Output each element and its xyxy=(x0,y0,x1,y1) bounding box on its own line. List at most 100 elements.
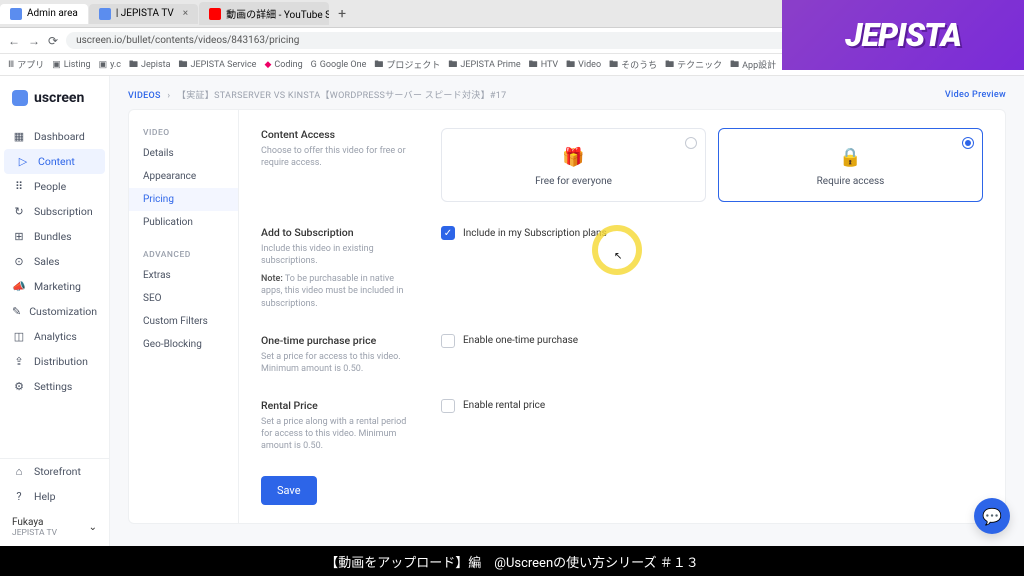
bookmark-item[interactable]: Ⅲアプリ xyxy=(8,58,44,71)
content-access-desc: Choose to offer this video for free or r… xyxy=(261,145,411,169)
user-menu[interactable]: Fukaya JEPISTA TV ⌄ xyxy=(0,509,109,546)
close-icon[interactable]: × xyxy=(183,8,188,19)
sidebar-item-people[interactable]: ⠿People xyxy=(0,174,109,199)
browser-tab[interactable]: 動画の詳細 - YouTube Studio× xyxy=(199,2,329,25)
user-org: JEPISTA TV xyxy=(12,528,57,538)
lock-icon: 🔒 xyxy=(729,147,972,168)
breadcrumb-title: 【実証】STARSERVER VS KINSTA【WORDPRESSサーバー ス… xyxy=(177,91,507,101)
sidebar-item-dashboard[interactable]: ▦Dashboard xyxy=(0,124,109,149)
bookmark-item[interactable]: ▣Listing xyxy=(52,60,90,70)
panel-nav-seo[interactable]: SEO xyxy=(129,287,238,310)
rental-title: Rental Price xyxy=(261,399,411,412)
app-logo[interactable]: uscreen xyxy=(0,76,109,120)
favicon-icon xyxy=(99,8,111,20)
edit-icon: ✎ xyxy=(12,305,21,318)
content-access-title: Content Access xyxy=(261,128,411,141)
panel-nav-custom-filters[interactable]: Custom Filters xyxy=(129,310,238,333)
back-icon[interactable]: ← xyxy=(8,34,20,48)
sidebar-item-marketing[interactable]: 📣Marketing xyxy=(0,274,109,299)
panel-nav-group-label: ADVANCED xyxy=(129,246,238,264)
sidebar-item-analytics[interactable]: ◫Analytics xyxy=(0,324,109,349)
megaphone-icon: 📣 xyxy=(12,280,26,293)
grid-icon: ▦ xyxy=(12,130,26,143)
new-tab-button[interactable]: + xyxy=(330,6,354,22)
sidebar-item-storefront[interactable]: ⌂Storefront xyxy=(0,459,109,484)
bundles-icon: ⊞ xyxy=(12,230,26,243)
sidebar-item-settings[interactable]: ⚙Settings xyxy=(0,374,109,399)
radio-icon xyxy=(685,137,697,149)
chat-icon: 💬 xyxy=(982,507,1002,526)
video-caption: 【動画をアップロード】編 @Uscreenの使い方シリーズ ＃１３ xyxy=(0,546,1024,576)
bookmark-item[interactable]: 🖿Jepista xyxy=(129,57,170,73)
sidebar-item-subscription[interactable]: ↻Subscription xyxy=(0,199,109,224)
bookmark-item[interactable]: 🖿テクニック xyxy=(665,57,722,73)
save-button[interactable]: Save xyxy=(261,476,317,505)
sidebar: uscreen ▦Dashboard ▷Content ⠿People ↻Sub… xyxy=(0,76,110,546)
checkbox-icon xyxy=(441,334,455,348)
favicon-icon xyxy=(10,8,22,20)
bookmark-item[interactable]: 🖿そのうち xyxy=(609,57,657,73)
checkbox-icon: ✓ xyxy=(441,226,455,240)
reload-icon[interactable]: ⟳ xyxy=(48,34,58,48)
browser-tab[interactable]: Admin area xyxy=(0,4,88,24)
sidebar-item-help[interactable]: ?Help xyxy=(0,484,109,509)
breadcrumb: VIDEOS › 【実証】STARSERVER VS KINSTA【WORDPR… xyxy=(110,76,1024,109)
checkbox-icon xyxy=(441,399,455,413)
panel-nav-pricing[interactable]: Pricing xyxy=(129,188,238,211)
breadcrumb-root[interactable]: VIDEOS xyxy=(128,91,161,101)
sidebar-item-customization[interactable]: ✎Customization xyxy=(0,299,109,324)
help-icon: ? xyxy=(12,490,26,503)
rental-desc: Set a price along with a rental period f… xyxy=(261,416,411,452)
panel-nav-group-label: VIDEO xyxy=(129,124,238,142)
bookmark-item[interactable]: 🖿プロジェクト xyxy=(374,57,440,73)
storefront-icon: ⌂ xyxy=(12,465,26,478)
chart-icon: ◫ xyxy=(12,330,26,343)
forward-icon[interactable]: → xyxy=(28,34,40,48)
option-free-for-everyone[interactable]: 🎁 Free for everyone xyxy=(441,128,706,202)
chat-widget[interactable]: 💬 xyxy=(974,498,1010,534)
bookmark-item[interactable]: ◆Coding xyxy=(264,60,302,70)
play-icon: ▷ xyxy=(16,155,30,168)
brand-watermark: JEPISTA xyxy=(782,0,1024,70)
panel-nav: VIDEO Details Appearance Pricing Publica… xyxy=(129,110,239,523)
favicon-icon xyxy=(209,8,221,20)
sidebar-item-sales[interactable]: ⊙Sales xyxy=(0,249,109,274)
sales-icon: ⊙ xyxy=(12,255,26,268)
subscription-note: Note: To be purchasable in native apps, … xyxy=(261,273,411,309)
bookmark-item[interactable]: 🖿HTV xyxy=(529,57,558,73)
bookmark-item[interactable]: ▣y.c xyxy=(99,60,121,70)
enable-onetime-checkbox[interactable]: Enable one-time purchase xyxy=(441,334,983,348)
option-require-access[interactable]: 🔒 Require access xyxy=(718,128,983,202)
radio-icon xyxy=(962,137,974,149)
distribution-icon: ⇪ xyxy=(12,355,26,368)
bookmark-item[interactable]: 🖿App設計 xyxy=(730,57,776,73)
bookmark-item[interactable]: 🖿JEPISTA Prime xyxy=(448,57,520,73)
onetime-title: One-time purchase price xyxy=(261,334,411,347)
include-subscription-checkbox[interactable]: ✓ Include in my Subscription plans xyxy=(441,226,983,240)
sidebar-item-distribution[interactable]: ⇪Distribution xyxy=(0,349,109,374)
subscription-desc: Include this video in existing subscript… xyxy=(261,243,411,267)
panel-nav-extras[interactable]: Extras xyxy=(129,264,238,287)
video-preview-link[interactable]: Video Preview xyxy=(945,90,1006,100)
chevron-down-icon: ⌄ xyxy=(89,522,97,533)
gear-icon: ⚙ xyxy=(12,380,26,393)
panel-nav-publication[interactable]: Publication xyxy=(129,211,238,234)
bookmark-item[interactable]: GGoogle One xyxy=(311,60,367,70)
logo-icon xyxy=(12,90,28,106)
gift-icon: 🎁 xyxy=(452,147,695,168)
panel-nav-appearance[interactable]: Appearance xyxy=(129,165,238,188)
sidebar-item-bundles[interactable]: ⊞Bundles xyxy=(0,224,109,249)
subscription-title: Add to Subscription xyxy=(261,226,411,239)
main-content: VIDEOS › 【実証】STARSERVER VS KINSTA【WORDPR… xyxy=(110,76,1024,546)
sidebar-item-content[interactable]: ▷Content xyxy=(4,149,105,174)
people-icon: ⠿ xyxy=(12,180,26,193)
panel-nav-geo-blocking[interactable]: Geo-Blocking xyxy=(129,333,238,356)
user-name: Fukaya xyxy=(12,517,57,528)
bookmark-item[interactable]: 🖿Video xyxy=(566,57,601,73)
panel-nav-details[interactable]: Details xyxy=(129,142,238,165)
bookmark-item[interactable]: 🖿JEPISTA Service xyxy=(178,57,256,73)
refresh-icon: ↻ xyxy=(12,205,26,218)
browser-tab[interactable]: | JEPISTA TV× xyxy=(89,4,198,24)
enable-rental-checkbox[interactable]: Enable rental price xyxy=(441,399,983,413)
onetime-desc: Set a price for access to this video. Mi… xyxy=(261,351,411,375)
